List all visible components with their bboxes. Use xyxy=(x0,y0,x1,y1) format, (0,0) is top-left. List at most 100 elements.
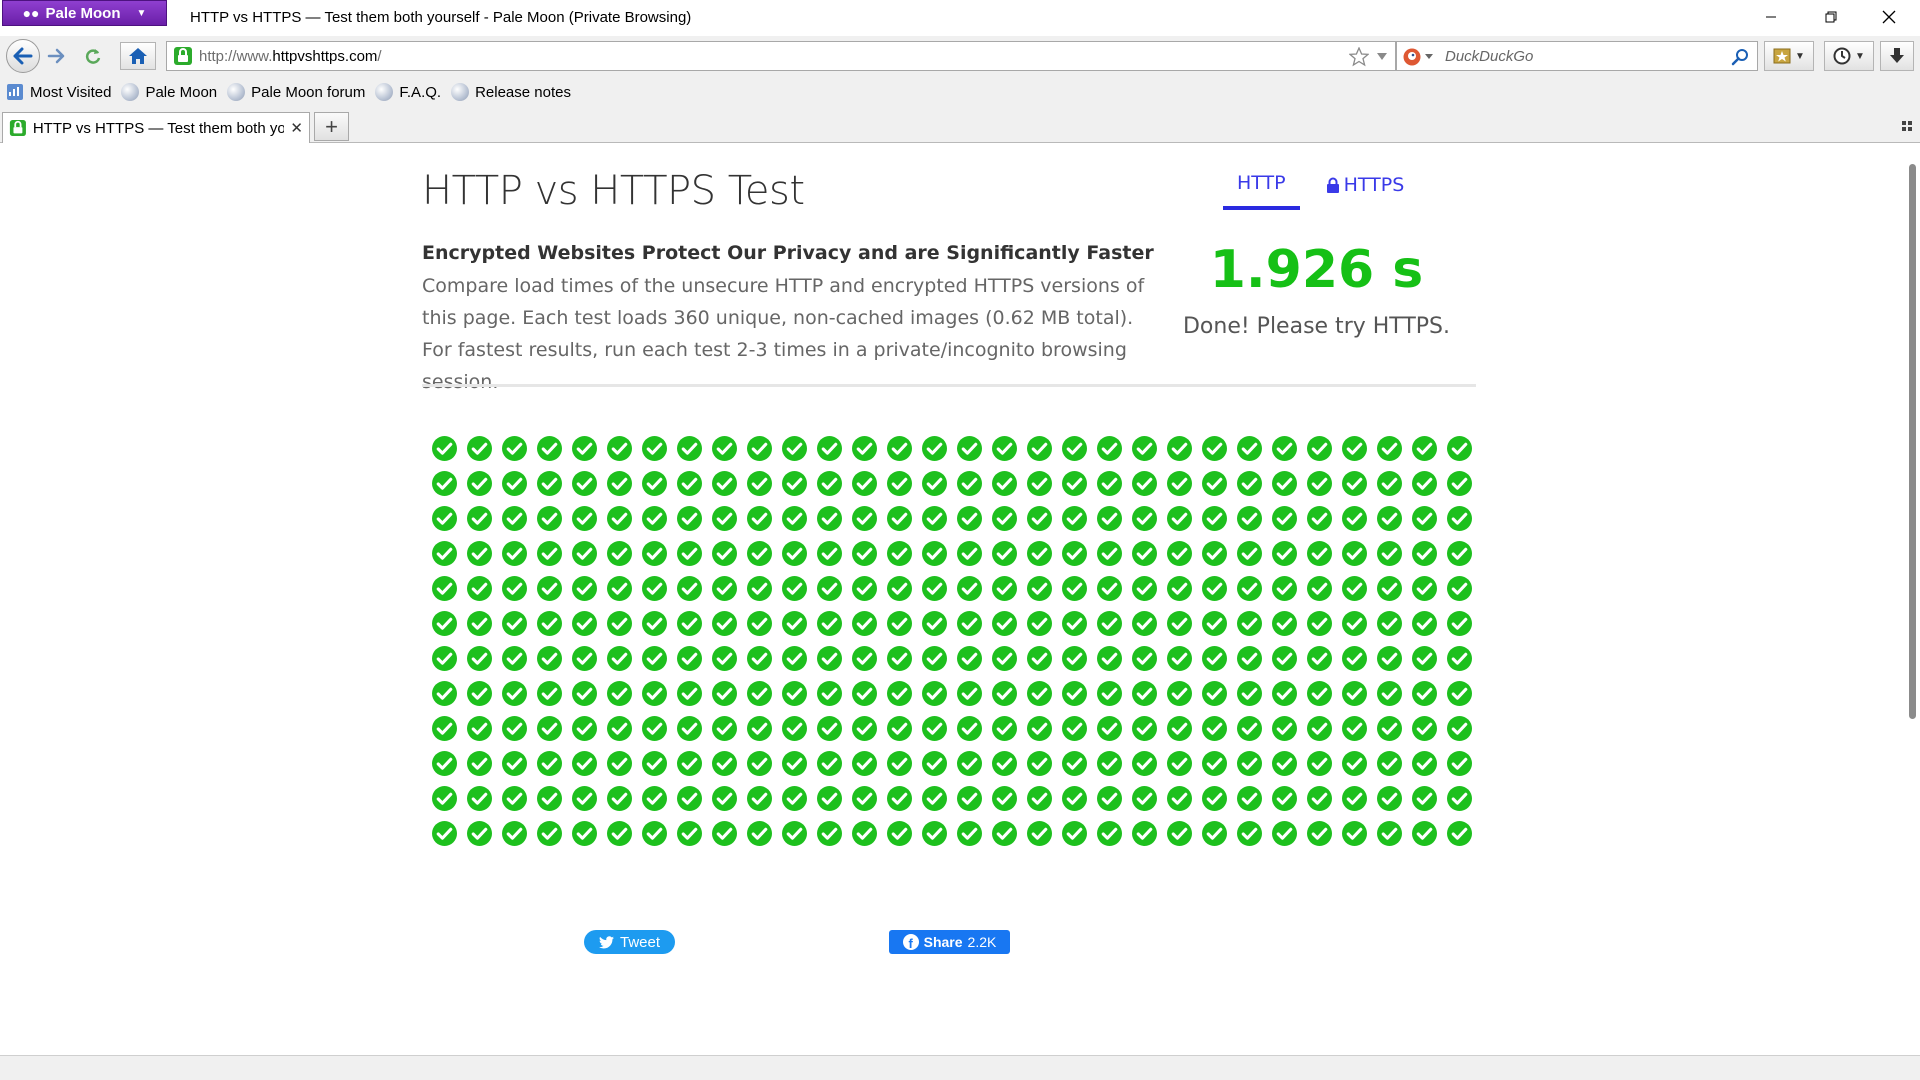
history-menu-button[interactable]: ▼ xyxy=(1824,41,1874,71)
check-circle-icon xyxy=(502,646,527,671)
loaded-image-check xyxy=(847,746,882,781)
check-circle-icon xyxy=(852,646,877,671)
url-bar[interactable]: http://www.httpvshttps.com/ xyxy=(166,41,1396,71)
check-circle-icon xyxy=(677,576,702,601)
loaded-image-check xyxy=(1092,641,1127,676)
check-circle-icon xyxy=(467,576,492,601)
bookmark-pale-moon-forum[interactable]: Pale Moon forum xyxy=(227,83,365,101)
duckduckgo-icon[interactable] xyxy=(1403,48,1421,66)
loaded-image-check xyxy=(952,711,987,746)
vertical-scrollbar[interactable] xyxy=(1904,144,1920,1055)
check-circle-icon xyxy=(1062,786,1087,811)
scrollbar-thumb[interactable] xyxy=(1909,164,1916,719)
home-icon xyxy=(129,48,147,64)
tab-list-button[interactable] xyxy=(1902,120,1912,134)
loaded-image-check xyxy=(1127,501,1162,536)
check-circle-icon xyxy=(1062,821,1087,846)
minimize-button[interactable] xyxy=(1748,4,1794,30)
tab-http[interactable]: HTTP xyxy=(1223,172,1300,210)
check-circle-icon xyxy=(1132,471,1157,496)
loaded-image-check xyxy=(1057,501,1092,536)
tweet-button[interactable]: Tweet xyxy=(584,930,675,954)
check-circle-icon xyxy=(432,786,457,811)
status-message: Done! Please try HTTPS. xyxy=(1182,314,1451,339)
restore-button[interactable] xyxy=(1808,4,1854,30)
loaded-image-check xyxy=(1302,711,1337,746)
navigation-toolbar: http://www.httpvshttps.com/ DuckDuckGo ▼… xyxy=(0,36,1920,76)
check-circle-icon xyxy=(1237,751,1262,776)
loaded-image-check xyxy=(987,571,1022,606)
loaded-image-check xyxy=(637,816,672,851)
loaded-image-check xyxy=(1127,816,1162,851)
check-circle-icon xyxy=(432,751,457,776)
loaded-image-check xyxy=(777,431,812,466)
loaded-image-check xyxy=(672,431,707,466)
check-circle-icon xyxy=(1307,681,1332,706)
loaded-image-check xyxy=(1092,676,1127,711)
loaded-image-check xyxy=(462,711,497,746)
downloads-button[interactable] xyxy=(1880,41,1914,71)
loaded-image-check xyxy=(812,711,847,746)
loaded-image-check xyxy=(1127,676,1162,711)
loaded-image-check xyxy=(952,781,987,816)
check-circle-icon xyxy=(1027,681,1052,706)
loaded-image-check xyxy=(742,431,777,466)
loaded-image-check xyxy=(1302,431,1337,466)
check-circle-icon xyxy=(852,611,877,636)
bookmarks-menu-button[interactable]: ▼ xyxy=(1764,41,1814,71)
check-circle-icon xyxy=(677,716,702,741)
loaded-image-check xyxy=(427,746,462,781)
loaded-image-check xyxy=(567,536,602,571)
search-bar[interactable]: DuckDuckGo xyxy=(1396,41,1758,71)
loaded-image-check xyxy=(637,711,672,746)
check-circle-icon xyxy=(572,471,597,496)
check-circle-icon xyxy=(467,506,492,531)
bookmark-star-icon[interactable] xyxy=(1349,47,1369,67)
loaded-image-check xyxy=(1337,466,1372,501)
check-circle-icon xyxy=(852,471,877,496)
check-circle-icon xyxy=(1377,716,1402,741)
loaded-image-check xyxy=(1337,641,1372,676)
home-button[interactable] xyxy=(120,42,156,70)
check-circle-icon xyxy=(1272,611,1297,636)
check-circle-icon xyxy=(607,541,632,566)
bookmark-most-visited[interactable]: Most Visited xyxy=(6,83,111,101)
loaded-image-check xyxy=(847,536,882,571)
loaded-image-check xyxy=(602,816,637,851)
loaded-image-check xyxy=(812,676,847,711)
loaded-image-check xyxy=(672,641,707,676)
reload-button[interactable] xyxy=(80,42,106,70)
check-circle-icon xyxy=(992,471,1017,496)
tab-httpvshttps[interactable]: HTTP vs HTTPS — Test them both yourself … xyxy=(2,112,310,143)
loaded-image-check xyxy=(1302,571,1337,606)
new-tab-button[interactable]: + xyxy=(314,112,349,141)
loaded-image-check xyxy=(532,781,567,816)
bookmark-release-notes[interactable]: Release notes xyxy=(451,83,571,101)
close-window-button[interactable] xyxy=(1866,4,1912,30)
check-circle-icon xyxy=(1202,541,1227,566)
url-host: httpvshttps.com xyxy=(272,47,378,65)
tab-https[interactable]: HTTPS xyxy=(1312,172,1419,210)
bookmark-pale-moon[interactable]: Pale Moon xyxy=(121,83,217,101)
check-circle-icon xyxy=(607,681,632,706)
close-tab-icon[interactable]: ✕ xyxy=(290,119,303,137)
back-button[interactable] xyxy=(6,39,40,73)
facebook-share-button[interactable]: f Share 2.2K xyxy=(889,930,1010,954)
check-circle-icon xyxy=(502,681,527,706)
check-circle-icon xyxy=(957,436,982,461)
loaded-image-check xyxy=(1337,746,1372,781)
check-circle-icon xyxy=(502,716,527,741)
search-magnifier-icon[interactable] xyxy=(1731,48,1749,66)
loaded-image-check xyxy=(637,571,672,606)
check-circle-icon xyxy=(1202,436,1227,461)
search-engine-dropdown-icon[interactable] xyxy=(1425,54,1433,60)
app-menu-button[interactable]: ●● Pale Moon ▼ xyxy=(2,0,167,26)
forward-button[interactable] xyxy=(44,42,68,70)
url-history-dropdown-icon[interactable] xyxy=(1377,53,1387,61)
loaded-image-check xyxy=(847,501,882,536)
check-circle-icon xyxy=(817,716,842,741)
bookmark-faq[interactable]: F.A.Q. xyxy=(375,83,441,101)
loaded-image-check xyxy=(1302,816,1337,851)
loaded-image-check xyxy=(812,571,847,606)
check-circle-icon xyxy=(467,716,492,741)
